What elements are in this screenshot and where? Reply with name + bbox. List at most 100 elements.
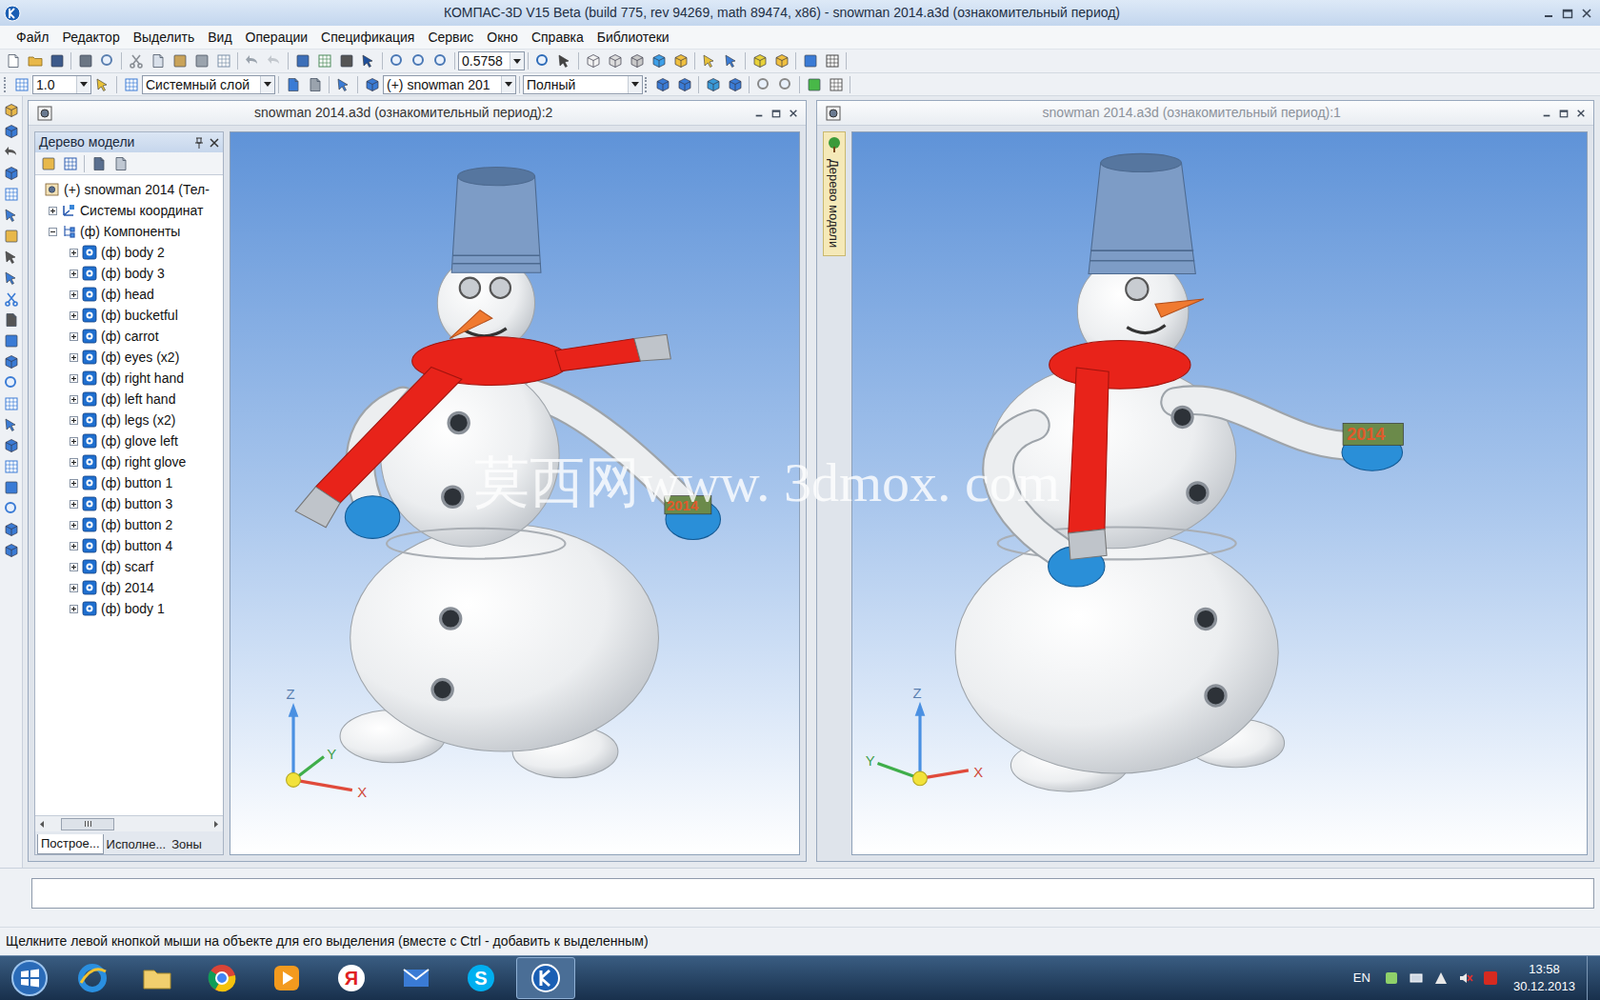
minimize-icon[interactable]	[1541, 108, 1552, 119]
toolbar-grip[interactable]	[644, 76, 650, 94]
zoom-button[interactable]	[429, 50, 452, 72]
taskbar-ie-button[interactable]	[62, 957, 122, 1000]
expand-icon[interactable]	[69, 500, 79, 509]
thin-lines-button[interactable]	[625, 50, 648, 72]
hide-button[interactable]	[770, 50, 793, 72]
sheet-metal-button[interactable]	[0, 246, 22, 268]
minimize-icon[interactable]	[754, 108, 764, 119]
scale-combo[interactable]: 1.0	[32, 75, 92, 95]
tree-item[interactable]: (ф) left hand	[39, 388, 223, 410]
command-line-field[interactable]	[31, 878, 1595, 909]
pan-button[interactable]	[553, 50, 576, 72]
component-combo[interactable]: (+) snowman 201	[382, 75, 517, 95]
grid-snap-button[interactable]	[10, 74, 33, 96]
layers-button[interactable]	[120, 74, 142, 96]
edit-operations-button[interactable]	[0, 100, 22, 121]
solid-button[interactable]	[0, 120, 22, 142]
tree-item[interactable]: (ф) button 4	[39, 535, 223, 557]
annotations-button[interactable]	[0, 477, 22, 499]
expand-icon[interactable]	[69, 353, 79, 362]
shaded-button[interactable]	[647, 50, 670, 72]
tree-item[interactable]: (ф) right hand	[39, 367, 223, 389]
layer-combo-arrow[interactable]	[260, 76, 275, 94]
wireframe-button[interactable]	[581, 50, 604, 72]
tree-item[interactable]: (ф) head	[39, 283, 223, 305]
structure-button[interactable]	[87, 153, 110, 175]
taskbar-chrome-button[interactable]	[192, 957, 252, 1000]
tree-item[interactable]: (ф) carrot	[39, 325, 223, 347]
tree-item[interactable]: (ф) glove left	[39, 430, 223, 452]
rotate-button[interactable]	[531, 50, 554, 72]
expand-icon[interactable]	[69, 437, 79, 446]
expand-icon[interactable]	[69, 332, 79, 341]
3d-viewport[interactable]: 2014ZYX	[851, 131, 1589, 856]
expand-icon[interactable]	[69, 520, 79, 530]
dimensions-button[interactable]	[0, 456, 22, 478]
component-button[interactable]	[360, 74, 383, 96]
taskbar-media-button[interactable]	[257, 957, 317, 1000]
expand-icon[interactable]	[69, 583, 79, 593]
tree-item[interactable]: (ф) bucketful	[39, 304, 223, 326]
manager-button[interactable]	[291, 50, 314, 72]
sort-button[interactable]	[109, 153, 132, 175]
color-button[interactable]	[802, 74, 825, 96]
acrobat-icon[interactable]	[1482, 970, 1499, 986]
filter-button[interactable]	[720, 50, 742, 72]
menu-item[interactable]: Спецификация	[314, 27, 421, 48]
expand-icon[interactable]	[69, 248, 79, 258]
tree-item[interactable]: (ф) body 2	[39, 241, 223, 263]
tray-app-icon[interactable]	[1383, 970, 1400, 986]
snowman-model[interactable]: 2014ZYX	[852, 132, 1588, 855]
build-tree-button[interactable]	[37, 153, 60, 175]
sketch-button[interactable]	[0, 414, 22, 436]
language-indicator[interactable]: EN	[1353, 968, 1371, 988]
select-button[interactable]	[698, 50, 720, 72]
expand-icon[interactable]	[69, 479, 79, 488]
layer-combo[interactable]: Системный слой	[141, 75, 276, 95]
tree-item[interactable]: (ф) right glove	[39, 451, 223, 473]
taskbar-folder-button[interactable]	[127, 957, 187, 1000]
shaded-edges-button[interactable]	[669, 50, 692, 72]
auxiliary-button[interactable]	[0, 204, 22, 226]
undo-button[interactable]	[240, 50, 263, 72]
tree-item[interactable]: (+) snowman 2014 (Тел-	[39, 179, 223, 200]
parts-list-button[interactable]	[281, 74, 304, 96]
filter-button[interactable]	[0, 288, 22, 310]
piping-button[interactable]	[0, 372, 22, 394]
tree-view-mode-button[interactable]	[59, 153, 81, 175]
macro-button[interactable]	[0, 540, 22, 561]
menu-item[interactable]: Вид	[200, 27, 239, 48]
projection-button[interactable]	[723, 74, 746, 96]
horizontal-scrollbar[interactable]	[35, 815, 223, 832]
snap-toggle-button[interactable]	[91, 74, 114, 96]
snowman-model[interactable]: 2014ZYX	[230, 132, 800, 855]
network-icon[interactable]	[1408, 970, 1424, 986]
measure-button[interactable]	[0, 267, 22, 289]
print-button[interactable]	[74, 50, 97, 72]
3d-viewport[interactable]: 2014ZYX	[229, 131, 800, 856]
redo-button[interactable]	[262, 50, 285, 72]
copy-button[interactable]	[146, 50, 169, 72]
menu-item[interactable]: Выделить	[126, 27, 202, 48]
components-button[interactable]	[0, 519, 22, 540]
open-folder-button[interactable]	[23, 50, 46, 72]
component-combo-arrow[interactable]	[500, 76, 516, 94]
tree-item[interactable]: (ф) button 3	[39, 493, 223, 515]
menu-item[interactable]: Справка	[524, 27, 591, 48]
text-style-button[interactable]	[824, 74, 847, 96]
expand-icon[interactable]	[69, 416, 79, 425]
expand-icon[interactable]	[69, 311, 79, 320]
expand-icon[interactable]	[69, 269, 79, 279]
zoom-combo[interactable]: 0.5758	[458, 51, 525, 71]
new-document-button[interactable]	[1, 50, 24, 72]
expand-icon[interactable]	[69, 562, 79, 572]
assembly-button[interactable]	[0, 351, 22, 373]
expand-icon[interactable]	[69, 290, 79, 300]
taskbar-kompas-button[interactable]	[516, 957, 576, 1000]
section-button[interactable]	[673, 74, 696, 96]
expand-icon[interactable]	[69, 395, 79, 404]
toolbar-grip[interactable]	[3, 76, 9, 94]
perspective-button[interactable]	[799, 50, 821, 72]
collapsed-tree-tab[interactable]: Дерево модели	[822, 131, 846, 257]
maximize-icon[interactable]	[771, 108, 781, 119]
